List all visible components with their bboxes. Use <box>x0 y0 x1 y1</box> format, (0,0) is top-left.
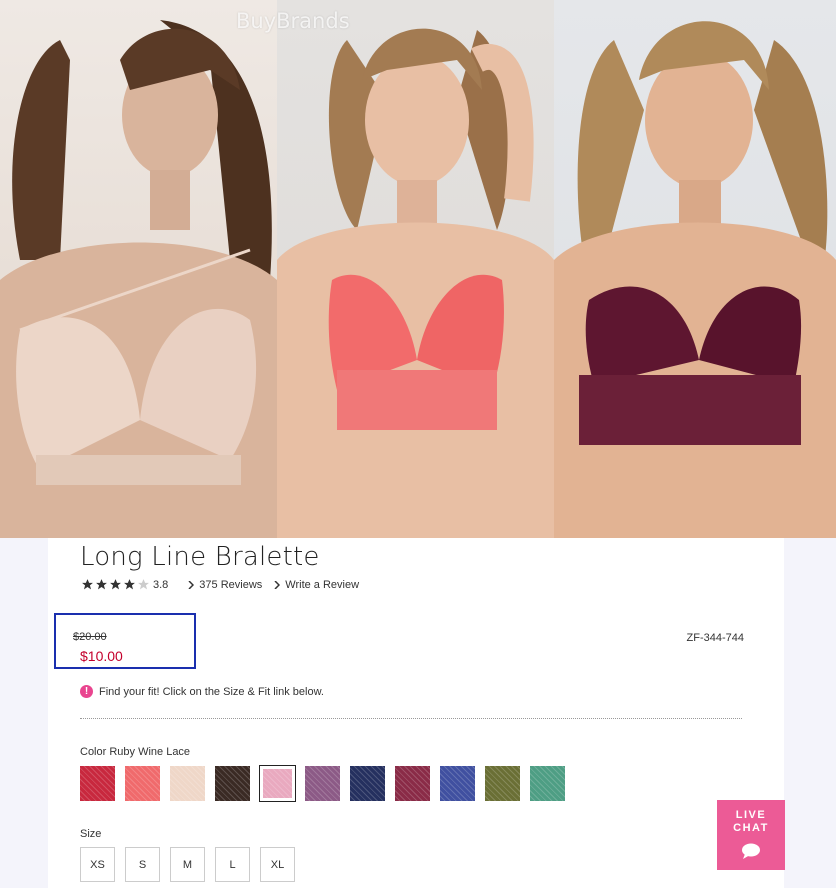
color-swatch-navy[interactable] <box>350 766 385 801</box>
size-option-l[interactable]: L <box>215 847 250 882</box>
color-swatch-floral-wine[interactable] <box>395 766 430 801</box>
swatch-fill <box>125 766 160 801</box>
color-swatch-mauve[interactable] <box>305 766 340 801</box>
swatch-fill <box>170 766 205 801</box>
chevron-right-icon <box>188 580 195 589</box>
size-option-m[interactable]: M <box>170 847 205 882</box>
color-swatch-blue-print[interactable] <box>440 766 475 801</box>
swatch-fill <box>530 766 565 801</box>
color-swatch-black-lace[interactable] <box>215 766 250 801</box>
color-swatch-mint[interactable] <box>530 766 565 801</box>
size-option-xl[interactable]: XL <box>260 847 295 882</box>
color-swatch-crimson[interactable] <box>80 766 115 801</box>
swatch-fill <box>305 766 340 801</box>
swatch-fill <box>485 766 520 801</box>
color-swatch-olive[interactable] <box>485 766 520 801</box>
reviews-link[interactable]: 375 Reviews <box>188 579 262 591</box>
write-review-link[interactable]: Write a Review <box>274 579 359 591</box>
live-chat-line2: CHAT <box>733 822 769 834</box>
swatch-fill <box>440 766 475 801</box>
size-option-xs[interactable]: XS <box>80 847 115 882</box>
rating-row: 3.8 375 Reviews Write a Review <box>81 578 371 591</box>
color-swatch-ruby-wine-lace[interactable] <box>259 765 296 802</box>
size-label: Size <box>80 828 102 840</box>
rating-score: 3.8 <box>153 578 169 591</box>
chevron-right-icon <box>274 580 281 589</box>
color-swatch-nude[interactable] <box>170 766 205 801</box>
swatch-fill <box>350 766 385 801</box>
live-chat-line1: LIVE <box>735 809 767 821</box>
star-icon <box>96 579 107 590</box>
live-chat-button[interactable]: LIVE CHAT <box>717 800 785 870</box>
product-details-panel: Long Line Bralette 3.8 375 Reviews Write… <box>48 538 784 888</box>
color-swatch-coral[interactable] <box>125 766 160 801</box>
product-sku: ZF-344-744 <box>686 632 744 644</box>
star-empty-icon <box>138 579 149 590</box>
watermark: BuyBrands <box>236 9 350 33</box>
write-review-label: Write a Review <box>285 578 360 591</box>
size-options: XS S M L XL <box>80 847 295 882</box>
product-image-ruby-wine[interactable] <box>554 0 836 538</box>
size-option-s[interactable]: S <box>125 847 160 882</box>
reviews-link-label: 375 Reviews <box>199 578 263 591</box>
color-swatches <box>80 765 565 802</box>
fit-note: ! Find your fit! Click on the Size & Fit… <box>80 685 324 698</box>
star-rating[interactable] <box>81 578 150 591</box>
sale-price: $10.00 <box>80 648 123 664</box>
product-image-nude[interactable] <box>0 0 277 538</box>
alert-icon: ! <box>80 685 93 698</box>
original-price: $20.00 <box>73 631 107 643</box>
product-title: Long Line Bralette <box>80 542 320 572</box>
star-icon <box>110 579 121 590</box>
swatch-fill <box>263 769 292 798</box>
product-image-coral[interactable] <box>277 0 554 538</box>
live-chat-label: LIVE CHAT <box>717 800 785 835</box>
swatch-fill <box>80 766 115 801</box>
chat-bubble-icon <box>742 843 760 859</box>
swatch-fill <box>395 766 430 801</box>
star-icon <box>124 579 135 590</box>
product-image-gallery: BuyBrands <box>0 0 836 538</box>
swatch-fill <box>215 766 250 801</box>
divider <box>80 718 742 719</box>
fit-note-text: Find your fit! Click on the Size & Fit l… <box>99 685 324 698</box>
star-icon <box>82 579 93 590</box>
color-label: Color Ruby Wine Lace <box>80 746 191 758</box>
